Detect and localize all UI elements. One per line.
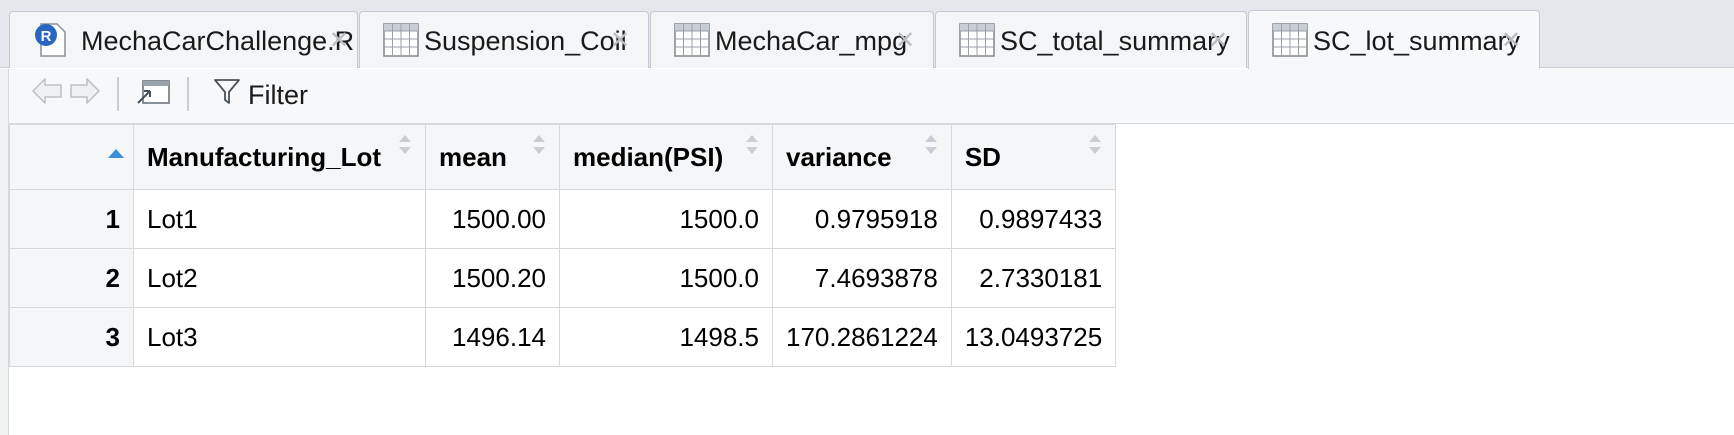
arrow-right-icon[interactable] <box>67 73 103 109</box>
tab-mechacarchallenge-r[interactable]: R MechaCarChallenge.R ✕ <box>9 11 358 68</box>
table-row: 3 Lot3 1496.14 1498.5 170.2861224 13.049… <box>9 307 1117 367</box>
tab-label: SC_lot_summary <box>1313 26 1521 56</box>
table-icon <box>674 22 710 58</box>
table-cell: 13.0493725 <box>950 307 1117 367</box>
table-cell: 0.9795918 <box>772 189 952 249</box>
pane-left-edge <box>0 69 9 435</box>
tab-close-icon[interactable]: ✕ <box>1501 28 1521 54</box>
table-cell: 1500.0 <box>559 248 773 308</box>
table-cell: 170.2861224 <box>772 307 952 367</box>
tab-close-icon[interactable]: ✕ <box>329 28 349 54</box>
tab-suspension-coil[interactable]: Suspension_Coil ✕ <box>359 11 649 68</box>
table-cell: 1498.5 <box>559 307 773 367</box>
sort-icon <box>744 133 760 157</box>
table-icon <box>959 22 995 58</box>
toolbar-separator <box>187 77 189 111</box>
column-header-label: SD <box>964 141 1001 172</box>
table-row: 1 Lot1 1500.00 1500.0 0.9795918 0.989743… <box>9 189 1117 249</box>
toolbar-separator <box>117 77 119 111</box>
sort-icon <box>531 133 547 157</box>
viewer-toolbar: Filter <box>9 69 1734 124</box>
table-icon <box>1272 22 1308 58</box>
row-index: 1 <box>9 189 134 249</box>
data-viewer-grid: Manufacturing_Lot mean median(PSI) varia… <box>9 124 1734 435</box>
tab-sc-lot-summary[interactable]: SC_lot_summary ✕ <box>1248 10 1540 69</box>
tab-mechacar-mpg[interactable]: MechaCar_mpg ✕ <box>650 11 934 68</box>
popout-window-icon[interactable] <box>135 73 173 109</box>
sort-icon <box>923 133 939 157</box>
arrow-left-icon[interactable] <box>29 73 65 109</box>
tab-close-icon[interactable]: ✕ <box>610 28 630 54</box>
column-header-label: Manufacturing_Lot <box>147 141 381 172</box>
table-cell: Lot2 <box>133 248 426 308</box>
table-cell: 2.7330181 <box>950 248 1117 308</box>
column-header-median-psi[interactable]: median(PSI) <box>559 124 773 190</box>
filter-icon[interactable] <box>213 77 241 107</box>
column-header-label: variance <box>786 141 892 172</box>
table-cell: 7.4693878 <box>772 248 952 308</box>
tab-label: Suspension_Coil <box>424 26 627 56</box>
table-cell: 1500.20 <box>425 248 560 308</box>
tab-label: MechaCarChallenge.R <box>81 26 355 56</box>
table-cell: Lot3 <box>133 307 426 367</box>
table-cell: 1500.00 <box>425 189 560 249</box>
data-table: Manufacturing_Lot mean median(PSI) varia… <box>9 124 1117 367</box>
table-cell: Lot1 <box>133 189 426 249</box>
sort-icon <box>1087 133 1103 157</box>
table-row: 2 Lot2 1500.20 1500.0 7.4693878 2.733018… <box>9 248 1117 308</box>
table-cell: 1500.0 <box>559 189 773 249</box>
table-cell: 1496.14 <box>425 307 560 367</box>
column-header-label: mean <box>439 141 507 172</box>
row-index: 3 <box>9 307 134 367</box>
header-row: Manufacturing_Lot mean median(PSI) varia… <box>9 124 1117 190</box>
column-header-mean[interactable]: mean <box>425 124 560 190</box>
filter-button-label[interactable]: Filter <box>248 79 308 111</box>
column-header-variance[interactable]: variance <box>772 124 952 190</box>
sort-icon <box>397 133 413 157</box>
r-logo-letter: R <box>41 28 52 45</box>
row-index: 2 <box>9 248 134 308</box>
tab-label: MechaCar_mpg <box>715 26 908 56</box>
tab-close-icon[interactable]: ✕ <box>1208 28 1228 54</box>
tab-label: SC_total_summary <box>1000 26 1230 56</box>
column-header-label: median(PSI) <box>573 141 724 172</box>
editor-tab-bar: R MechaCarChallenge.R ✕ Suspension_Coil … <box>0 0 1734 69</box>
table-icon <box>383 22 419 58</box>
column-header-manufacturing-lot[interactable]: Manufacturing_Lot <box>133 124 426 190</box>
sort-ascending-icon <box>107 135 125 166</box>
tab-sc-total-summary[interactable]: SC_total_summary ✕ <box>935 11 1247 68</box>
table-cell: 0.9897433 <box>950 189 1117 249</box>
tab-close-icon[interactable]: ✕ <box>895 28 915 54</box>
column-header-sd[interactable]: SD <box>950 124 1117 190</box>
r-script-icon: R <box>33 22 69 58</box>
row-index-header[interactable] <box>9 124 134 190</box>
